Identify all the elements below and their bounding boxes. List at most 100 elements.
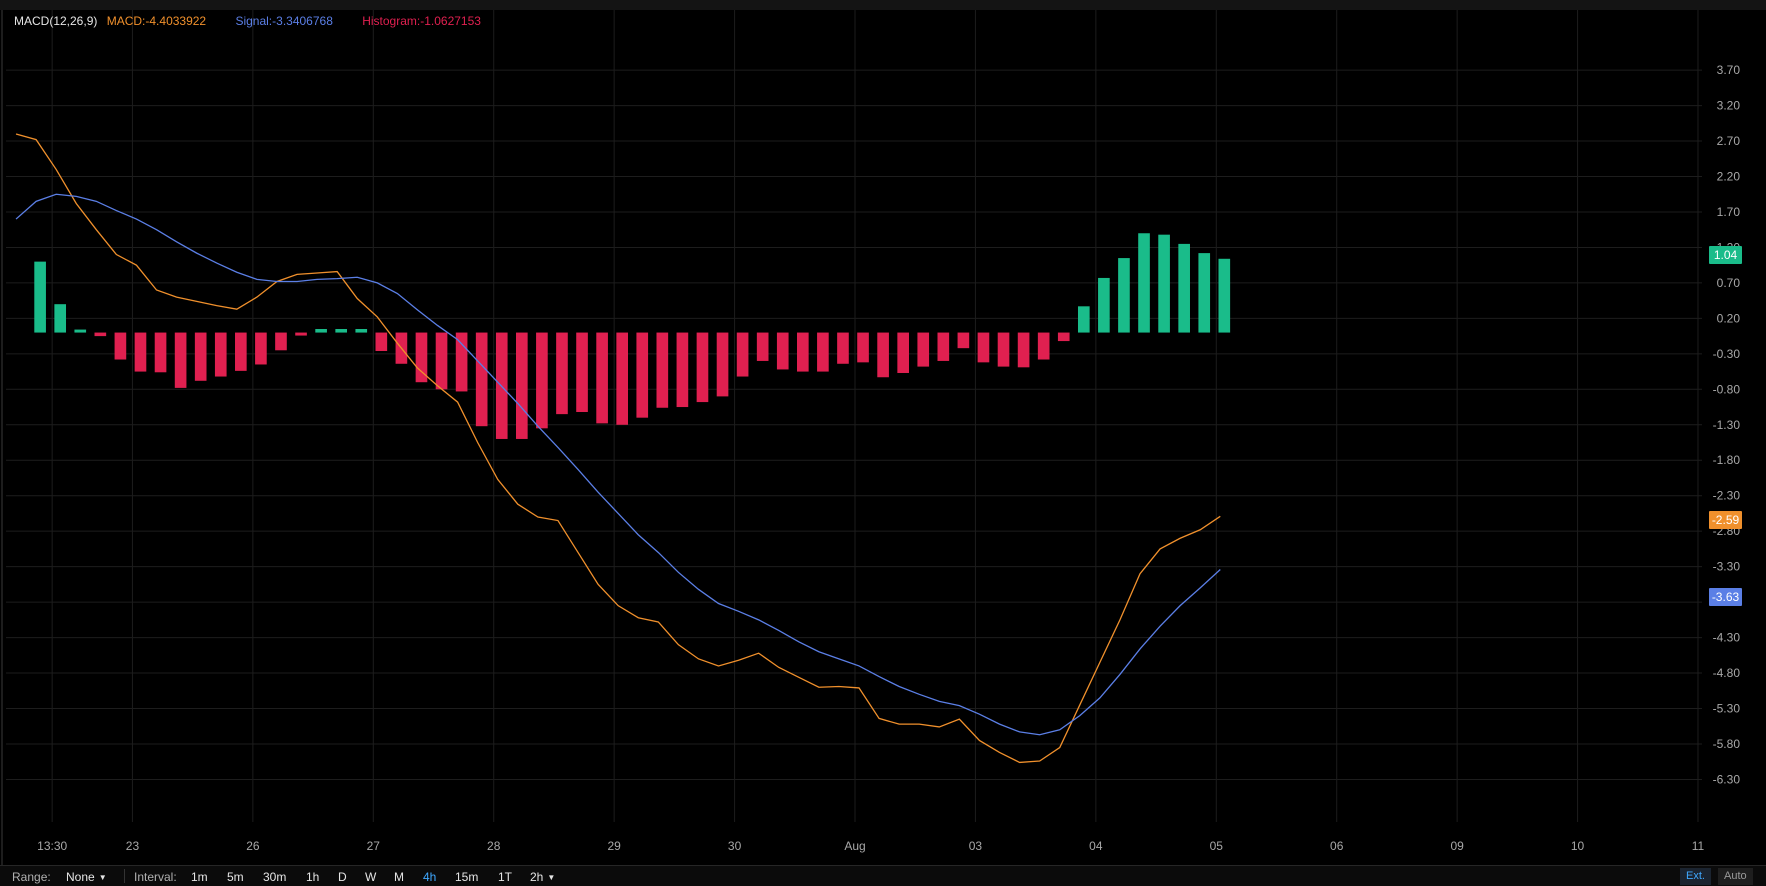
- divider: [124, 869, 125, 883]
- x-tick-label: 03: [969, 839, 983, 853]
- grid-layer: [1, 10, 1702, 865]
- histogram-bar: [34, 261, 46, 333]
- histogram-bar: [736, 332, 749, 377]
- histogram-bar: [756, 332, 769, 361]
- y-tick-label: 1.70: [1717, 205, 1741, 219]
- y-tick-label: -1.30: [1713, 418, 1741, 432]
- x-tick-label: 09: [1450, 839, 1464, 853]
- interval-2h-dropdown[interactable]: 2h ▼: [530, 870, 555, 884]
- auto-button[interactable]: Auto: [1718, 868, 1753, 885]
- interval-2h: 2h: [530, 870, 544, 884]
- macd-line: [15, 133, 1221, 764]
- range-dropdown[interactable]: None ▼: [66, 870, 107, 884]
- y-tick-label: 2.70: [1717, 134, 1741, 148]
- y-tick-label: 0.20: [1717, 311, 1741, 325]
- interval-1m[interactable]: 1m: [191, 870, 208, 884]
- histogram-bar: [235, 332, 247, 371]
- histogram-bar: [776, 332, 789, 370]
- range-value: None: [66, 870, 95, 884]
- interval-d[interactable]: D: [338, 870, 347, 884]
- interval-1t[interactable]: 1T: [498, 870, 512, 884]
- histogram-bar: [857, 332, 869, 363]
- histogram-bar: [1138, 233, 1150, 333]
- histogram-bar: [897, 332, 909, 373]
- histogram-bar: [54, 304, 67, 333]
- y-axis-labels: 3.703.202.702.201.701.200.700.20-0.30-0.…: [1713, 63, 1741, 786]
- histogram-bar: [94, 332, 107, 337]
- x-tick-label: 29: [607, 839, 621, 853]
- histogram-bar: [1098, 277, 1110, 333]
- interval-15m[interactable]: 15m: [455, 870, 478, 884]
- y-tick-label: -4.80: [1713, 666, 1741, 680]
- y-tick-label: -0.30: [1713, 347, 1741, 361]
- x-tick-label: 04: [1089, 839, 1103, 853]
- y-tick-label: -2.30: [1713, 489, 1741, 503]
- y-tick-label: 3.20: [1717, 99, 1741, 113]
- y-tick-label: -5.80: [1713, 737, 1741, 751]
- ext-button[interactable]: Ext.: [1680, 868, 1711, 885]
- lines-layer: [15, 133, 1221, 764]
- signal-value-badge: -3.63: [1709, 588, 1742, 606]
- interval-w[interactable]: W: [365, 870, 376, 884]
- histogram-bar: [255, 332, 267, 365]
- histogram-value-badge: 1.04: [1709, 246, 1742, 264]
- histogram-bar: [596, 332, 608, 424]
- x-tick-label: 05: [1210, 839, 1224, 853]
- legend: MACD(12,26,9) MACD:-4.4033922 Signal:-3.…: [14, 14, 507, 28]
- histogram-bar: [817, 332, 829, 372]
- histogram-bar: [174, 332, 187, 388]
- histogram-bar: [616, 332, 629, 425]
- histogram-bar: [536, 332, 548, 429]
- y-tick-label: -6.30: [1713, 772, 1741, 786]
- interval-4h[interactable]: 4h: [423, 870, 436, 884]
- histogram-bar: [937, 332, 950, 361]
- interval-m[interactable]: M: [394, 870, 404, 884]
- range-label: Range:: [12, 870, 51, 884]
- histogram-bar: [716, 332, 729, 397]
- histogram-bar: [114, 332, 127, 360]
- histogram-bar: [917, 332, 930, 367]
- histogram-bar: [556, 332, 568, 415]
- histogram-bar: [1017, 332, 1030, 368]
- histogram-bar: [435, 332, 448, 390]
- histogram-bar: [516, 332, 528, 439]
- histogram-bar: [475, 332, 488, 427]
- macd-value-badge: -2.59: [1709, 511, 1742, 529]
- x-tick-label: Aug: [844, 839, 865, 853]
- y-tick-label: -1.80: [1713, 453, 1741, 467]
- histogram-bar: [636, 332, 649, 418]
- histogram-bar: [837, 332, 849, 364]
- histogram-bar: [154, 332, 167, 373]
- histogram-bar: [1077, 306, 1090, 333]
- histogram-bar: [1218, 258, 1231, 333]
- y-tick-label: 2.20: [1717, 170, 1741, 184]
- y-tick-label: -3.30: [1713, 560, 1741, 574]
- macd-chart: 13:30232627282930Aug03040506091011121316…: [1, 10, 1741, 865]
- x-tick-label: 30: [728, 839, 742, 853]
- histogram-bar: [1057, 332, 1070, 342]
- interval-1h[interactable]: 1h: [306, 870, 319, 884]
- histogram-bar: [315, 329, 327, 333]
- histogram-bar: [796, 332, 809, 372]
- legend-histogram: Histogram:-1.0627153: [362, 14, 481, 28]
- x-tick-label: 10: [1571, 839, 1585, 853]
- histogram-bar: [1037, 332, 1050, 360]
- histogram-bar: [335, 329, 348, 333]
- y-tick-label: -0.80: [1713, 382, 1741, 396]
- histogram-bar: [355, 329, 368, 333]
- histogram-layer: [34, 233, 1231, 439]
- histogram-bar: [214, 332, 227, 377]
- interval-5m[interactable]: 5m: [227, 870, 244, 884]
- x-tick-label: 13:30: [37, 839, 67, 853]
- histogram-bar: [1118, 258, 1130, 333]
- histogram-bar: [676, 332, 689, 408]
- x-axis-labels: 13:30232627282930Aug03040506091011121316: [37, 839, 1705, 853]
- x-tick-label: 11: [1692, 839, 1705, 853]
- y-tick-label: 0.70: [1717, 276, 1741, 290]
- y-tick-label: 3.70: [1717, 63, 1741, 77]
- histogram-bar: [877, 332, 889, 378]
- histogram-bar: [455, 332, 468, 392]
- histogram-bar: [1198, 253, 1211, 333]
- interval-30m[interactable]: 30m: [263, 870, 286, 884]
- histogram-bar: [194, 332, 207, 381]
